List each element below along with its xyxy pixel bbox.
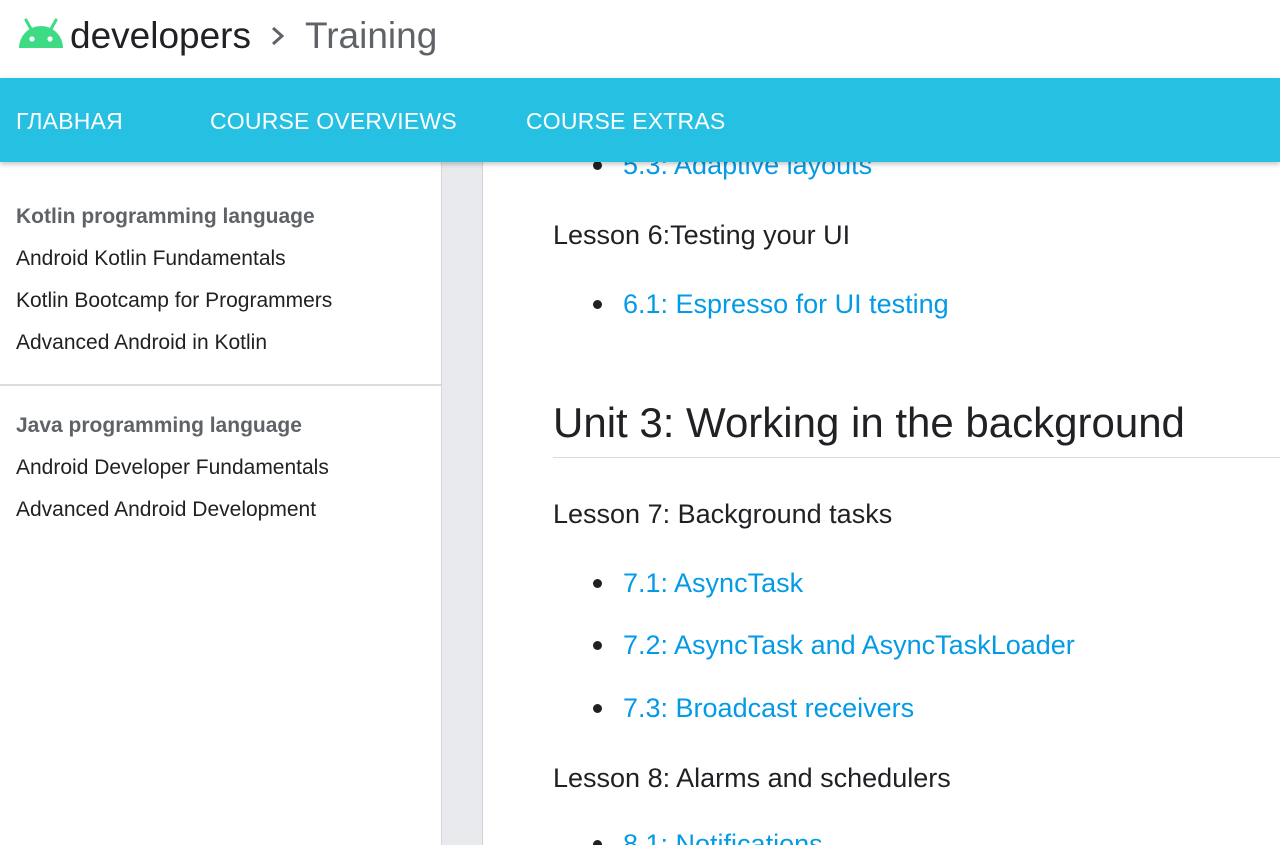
sidebar-item-advanced-android-kotlin[interactable]: Advanced Android in Kotlin <box>16 322 332 364</box>
link-7-1[interactable]: 7.1: AsyncTask <box>592 566 803 600</box>
sidebar-item-advanced-android-development[interactable]: Advanced Android Development <box>16 489 329 531</box>
unit-3-divider <box>553 457 1280 458</box>
link-7-2[interactable]: 7.2: AsyncTask and AsyncTaskLoader <box>593 628 1075 662</box>
brand-name[interactable]: developers <box>70 14 251 58</box>
link-8-1[interactable]: 8.1: Notifications <box>593 827 823 845</box>
tab-bar: ГЛАВНАЯ COURSE OVERVIEWS COURSE EXTRAS <box>0 78 1280 162</box>
sidebar-group-kotlin: Kotlin programming language Android Kotl… <box>16 196 332 364</box>
lesson-8-title: Lesson 8: Alarms and schedulers <box>553 763 951 793</box>
tab-home[interactable]: ГЛАВНАЯ <box>16 78 123 162</box>
breadcrumb-training[interactable]: Training <box>305 14 437 58</box>
android-logo-icon[interactable] <box>16 16 66 50</box>
sidebar-gutter <box>442 162 483 845</box>
lesson-7-title: Lesson 7: Background tasks <box>553 499 893 529</box>
unit-3-heading: Unit 3: Working in the background <box>553 399 1185 446</box>
link-6-1[interactable]: 6.1: Espresso for UI testing <box>593 287 949 321</box>
sidebar-item-android-kotlin-fundamentals[interactable]: Android Kotlin Fundamentals <box>16 238 332 280</box>
sidebar: Kotlin programming language Android Kotl… <box>0 162 442 845</box>
sidebar-item-kotlin-bootcamp[interactable]: Kotlin Bootcamp for Programmers <box>16 280 332 322</box>
tab-course-extras[interactable]: COURSE EXTRAS <box>526 78 725 162</box>
chevron-right-icon <box>272 26 285 46</box>
link-5-3[interactable]: 5.3: Adaptive layouts <box>592 162 872 182</box>
sidebar-divider <box>0 384 441 386</box>
sidebar-item-android-developer-fundamentals[interactable]: Android Developer Fundamentals <box>16 447 329 489</box>
tab-course-overviews[interactable]: COURSE OVERVIEWS <box>210 78 457 162</box>
lesson-6-title: Lesson 6:Testing your UI <box>553 220 851 250</box>
main-content[interactable]: 5.3: Adaptive layouts Lesson 6:Testing y… <box>483 162 1280 845</box>
sidebar-group-java: Java programming language Android Develo… <box>16 405 329 531</box>
sidebar-heading-java: Java programming language <box>16 414 302 437</box>
link-7-3[interactable]: 7.3: Broadcast receivers <box>592 691 914 725</box>
top-app-bar: developers Training <box>0 0 1280 78</box>
sidebar-heading-kotlin: Kotlin programming language <box>16 205 315 228</box>
